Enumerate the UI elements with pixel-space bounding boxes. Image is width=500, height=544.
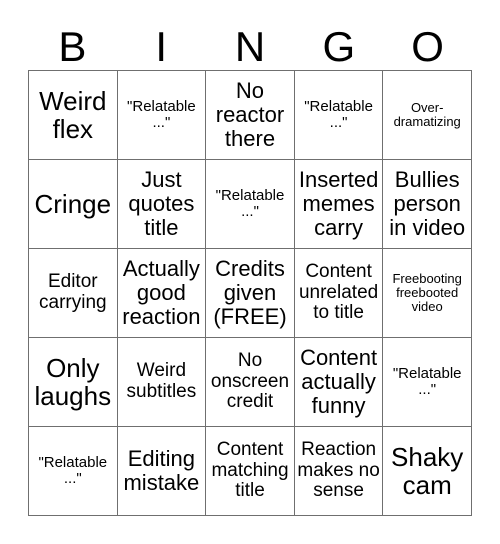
bingo-cell-label: "Relatable ..." bbox=[392, 364, 462, 398]
bingo-cell-label: Shaky cam bbox=[391, 441, 464, 500]
bingo-cell-label: "Relatable ..." bbox=[215, 186, 285, 220]
bingo-cell[interactable]: Content actually funny bbox=[294, 338, 384, 427]
bingo-cell[interactable]: Over-dramatizing bbox=[383, 71, 472, 160]
bingo-cell-label: Cringe bbox=[34, 188, 112, 219]
bingo-cell[interactable]: Just quotes title bbox=[117, 160, 207, 249]
bingo-header-letter-i-text: I bbox=[155, 23, 168, 70]
bingo-grid: Weird flex "Relatable ..." No reactor ther… bbox=[28, 70, 472, 516]
bingo-cell[interactable]: "Relatable ..." bbox=[206, 160, 295, 249]
bingo-cell-label: "Relatable ..." bbox=[127, 97, 196, 131]
bingo-cell[interactable]: "Relatable ..." bbox=[117, 71, 207, 160]
bingo-cell[interactable]: Only laughs bbox=[29, 338, 118, 427]
bingo-cell-label: Bullies person in video bbox=[389, 167, 466, 240]
bingo-cell-label: Editor carrying bbox=[39, 271, 107, 313]
bingo-cell-label: Over-dramatizing bbox=[393, 99, 461, 129]
bingo-header-row: B I N G O bbox=[28, 12, 472, 68]
bingo-cell-label: "Relatable ..." bbox=[304, 97, 373, 131]
bingo-cell[interactable]: Cringe bbox=[29, 160, 118, 249]
bingo-header-letter-i: I bbox=[117, 12, 206, 68]
bingo-cell-label: Weird flex bbox=[39, 85, 107, 144]
bingo-cell-label: Just quotes title bbox=[128, 167, 195, 240]
bingo-header-letter-g-text: G bbox=[322, 23, 356, 70]
bingo-cell[interactable]: Bullies person in video bbox=[383, 160, 472, 249]
bingo-cell[interactable]: Editing mistake bbox=[117, 427, 207, 516]
bingo-cell[interactable]: Weird flex bbox=[29, 71, 118, 160]
bingo-cell-label: Weird subtitles bbox=[126, 360, 197, 402]
bingo-header-letter-n-text: N bbox=[234, 23, 266, 70]
bingo-cell[interactable]: "Relatable ..." bbox=[294, 71, 384, 160]
bingo-cell[interactable]: Weird subtitles bbox=[117, 338, 207, 427]
bingo-cell-label: Credits given (FREE) bbox=[213, 256, 287, 329]
bingo-cell-label: Actually good reaction bbox=[122, 256, 201, 329]
bingo-cell-label: Only laughs bbox=[34, 352, 112, 411]
bingo-cell[interactable]: Content matching title bbox=[206, 427, 295, 516]
bingo-cell[interactable]: Freebooting freebooted video bbox=[383, 249, 472, 338]
bingo-header-letter-b: B bbox=[28, 12, 117, 68]
bingo-header-letter-o-text: O bbox=[411, 23, 444, 70]
bingo-cell-label: Reaction makes no sense bbox=[297, 439, 380, 502]
bingo-cell[interactable]: Credits given (FREE) bbox=[206, 249, 295, 338]
bingo-header-letter-n: N bbox=[206, 12, 295, 68]
bingo-cell-label: Content actually funny bbox=[300, 345, 378, 418]
bingo-cell[interactable]: Shaky cam bbox=[383, 427, 472, 516]
bingo-header-letter-g: G bbox=[294, 12, 383, 68]
bingo-cell-label: Freebooting freebooted video bbox=[392, 270, 462, 315]
bingo-cell[interactable]: Editor carrying bbox=[29, 249, 118, 338]
bingo-cell-label: No onscreen credit bbox=[210, 350, 290, 413]
bingo-cell-label: Inserted memes carry bbox=[298, 167, 379, 240]
bingo-header-letter-b-text: B bbox=[58, 23, 87, 70]
bingo-cell-label: Editing mistake bbox=[123, 446, 200, 495]
bingo-cell[interactable]: Content unrelated to title bbox=[294, 249, 384, 338]
bingo-cell-label: "Relatable ..." bbox=[38, 453, 108, 487]
bingo-cell[interactable]: "Relatable ..." bbox=[29, 427, 118, 516]
bingo-cell[interactable]: Reaction makes no sense bbox=[294, 427, 384, 516]
bingo-cell[interactable]: No reactor there bbox=[206, 71, 295, 160]
bingo-cell[interactable]: Actually good reaction bbox=[117, 249, 207, 338]
bingo-cell[interactable]: Inserted memes carry bbox=[294, 160, 384, 249]
bingo-cell[interactable]: "Relatable ..." bbox=[383, 338, 472, 427]
bingo-header-letter-o: O bbox=[383, 12, 472, 68]
bingo-cell-label: No reactor there bbox=[215, 78, 285, 151]
bingo-cell-label: Content unrelated to title bbox=[298, 261, 379, 324]
bingo-cell-label: Content matching title bbox=[211, 439, 289, 502]
bingo-card: B I N G O Weird flex "Relatable ..." No re… bbox=[0, 0, 500, 544]
bingo-cell[interactable]: No onscreen credit bbox=[206, 338, 295, 427]
